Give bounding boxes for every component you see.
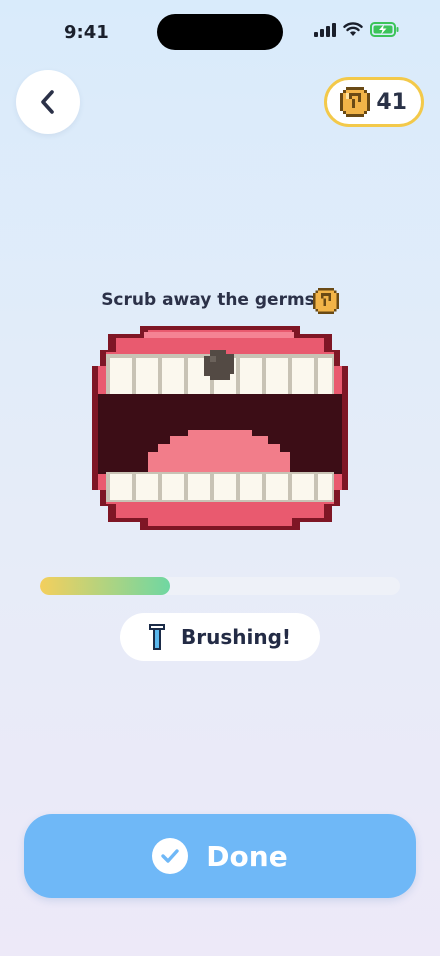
- coin-count: 41: [376, 89, 407, 115]
- brushing-progress-bar: [40, 577, 400, 595]
- lower-teeth: [106, 472, 334, 502]
- gum-highlight: [144, 332, 294, 338]
- coin-icon: [340, 87, 371, 117]
- germ-highlight: [210, 356, 216, 362]
- brushing-status-pill: Brushing!: [120, 613, 320, 661]
- check-circle-icon: [152, 838, 189, 874]
- brushing-status-text: Brushing!: [180, 625, 292, 649]
- chevron-left-icon: [41, 90, 54, 114]
- coin-icon: [312, 288, 339, 314]
- done-button[interactable]: Done: [24, 814, 416, 898]
- prompt-row: Scrub away the germs: [0, 286, 440, 314]
- mouth-play-area[interactable]: [92, 326, 348, 530]
- battery-charging-icon: [370, 22, 399, 37]
- dynamic-island: [157, 14, 283, 50]
- game-prompt: Scrub away the germs: [101, 290, 315, 310]
- done-button-label: Done: [206, 839, 288, 873]
- wifi-icon: [343, 22, 363, 36]
- status-icons: [314, 22, 400, 37]
- check-icon: [161, 849, 179, 863]
- brushing-progress-fill: [40, 577, 170, 595]
- status-time: 9:41: [64, 22, 109, 43]
- coin-balance-badge[interactable]: 41: [324, 77, 424, 127]
- cellular-signal-icon: [314, 22, 336, 37]
- status-bar: 9:41: [0, 0, 440, 64]
- toothbrush-icon: [148, 624, 165, 650]
- back-button[interactable]: [16, 70, 80, 134]
